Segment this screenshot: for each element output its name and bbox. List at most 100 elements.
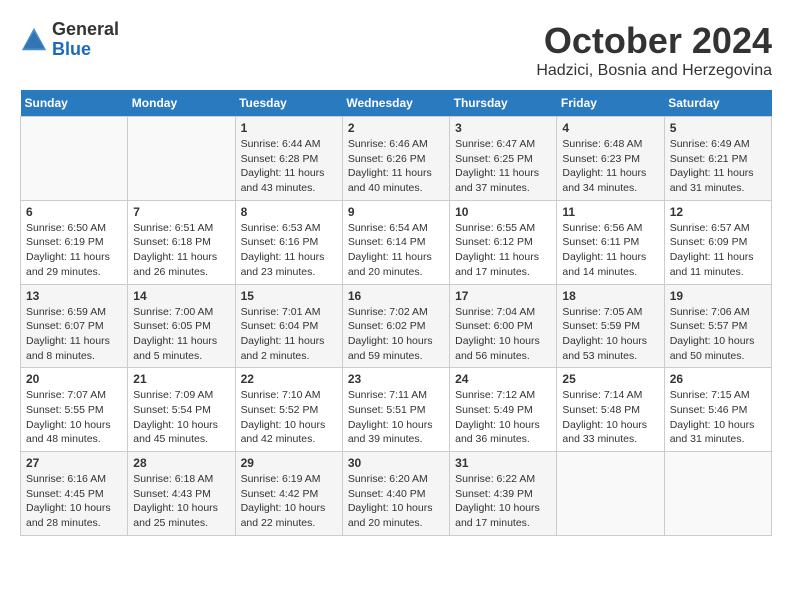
- calendar-cell: [128, 117, 235, 201]
- calendar-cell: 16 Sunrise: 7:02 AM Sunset: 6:02 PM Dayli…: [342, 284, 449, 368]
- calendar-cell: 30 Sunrise: 6:20 AM Sunset: 4:40 PM Dayli…: [342, 452, 449, 536]
- day-number: 17: [455, 289, 551, 303]
- month-title: October 2024: [536, 20, 772, 62]
- calendar-table: SundayMondayTuesdayWednesdayThursdayFrid…: [20, 90, 772, 536]
- day-number: 19: [670, 289, 766, 303]
- calendar-cell: 13Sunrise: 6:59 AM Sunset: 6:07 PM Dayli…: [21, 284, 128, 368]
- cell-info: Sunrise: 7:05 AM Sunset: 5:59 PM Dayligh…: [562, 305, 658, 364]
- logo-icon: [20, 26, 48, 54]
- calendar-cell: 10 Sunrise: 6:55 AM Sunset: 6:12 PM Dayli…: [450, 200, 557, 284]
- day-number: 27: [26, 456, 122, 470]
- day-number: 30: [348, 456, 444, 470]
- cell-info: Sunrise: 7:11 AM Sunset: 5:51 PM Dayligh…: [348, 388, 444, 447]
- cell-info: Sunrise: 6:16 AM Sunset: 4:45 PM Dayligh…: [26, 472, 122, 531]
- day-number: 28: [133, 456, 229, 470]
- calendar-cell: 5 Sunrise: 6:49 AM Sunset: 6:21 PM Daylig…: [664, 117, 771, 201]
- logo-blue-text: Blue: [52, 39, 91, 59]
- calendar-cell: 31 Sunrise: 6:22 AM Sunset: 4:39 PM Dayli…: [450, 452, 557, 536]
- calendar-week-row: 27 Sunrise: 6:16 AM Sunset: 4:45 PM Dayli…: [21, 452, 772, 536]
- day-number: 10: [455, 205, 551, 219]
- calendar-cell: [557, 452, 664, 536]
- day-number: 2: [348, 121, 444, 135]
- day-number: 9: [348, 205, 444, 219]
- cell-info: Sunrise: 7:15 AM Sunset: 5:46 PM Dayligh…: [670, 388, 766, 447]
- calendar-cell: [664, 452, 771, 536]
- calendar-cell: 9 Sunrise: 6:54 AM Sunset: 6:14 PM Daylig…: [342, 200, 449, 284]
- cell-info: Sunrise: 7:02 AM Sunset: 6:02 PM Dayligh…: [348, 305, 444, 364]
- cell-info: Sunrise: 6:48 AM Sunset: 6:23 PM Dayligh…: [562, 137, 658, 196]
- day-number: 12: [670, 205, 766, 219]
- weekday-header: Tuesday: [235, 90, 342, 117]
- cell-info: Sunrise: 6:54 AM Sunset: 6:14 PM Dayligh…: [348, 221, 444, 280]
- day-number: 24: [455, 372, 551, 386]
- cell-info: Sunrise: 6:49 AM Sunset: 6:21 PM Dayligh…: [670, 137, 766, 196]
- cell-info: Sunrise: 6:57 AM Sunset: 6:09 PM Dayligh…: [670, 221, 766, 280]
- location-title: Hadzici, Bosnia and Herzegovina: [536, 62, 772, 80]
- cell-info: Sunrise: 7:07 AM Sunset: 5:55 PM Dayligh…: [26, 388, 122, 447]
- cell-info: Sunrise: 6:51 AM Sunset: 6:18 PM Dayligh…: [133, 221, 229, 280]
- cell-info: Sunrise: 6:55 AM Sunset: 6:12 PM Dayligh…: [455, 221, 551, 280]
- calendar-cell: 22 Sunrise: 7:10 AM Sunset: 5:52 PM Dayli…: [235, 368, 342, 452]
- calendar-cell: 2 Sunrise: 6:46 AM Sunset: 6:26 PM Daylig…: [342, 117, 449, 201]
- cell-info: Sunrise: 7:10 AM Sunset: 5:52 PM Dayligh…: [241, 388, 337, 447]
- day-number: 21: [133, 372, 229, 386]
- calendar-cell: 28 Sunrise: 6:18 AM Sunset: 4:43 PM Dayli…: [128, 452, 235, 536]
- cell-info: Sunrise: 6:56 AM Sunset: 6:11 PM Dayligh…: [562, 221, 658, 280]
- cell-info: Sunrise: 7:06 AM Sunset: 5:57 PM Dayligh…: [670, 305, 766, 364]
- day-number: 31: [455, 456, 551, 470]
- weekday-header: Monday: [128, 90, 235, 117]
- weekday-header: Sunday: [21, 90, 128, 117]
- calendar-week-row: 6Sunrise: 6:50 AM Sunset: 6:19 PM Daylig…: [21, 200, 772, 284]
- calendar-cell: 20 Sunrise: 7:07 AM Sunset: 5:55 PM Dayli…: [21, 368, 128, 452]
- cell-info: Sunrise: 6:59 AM Sunset: 6:07 PM Dayligh…: [26, 305, 122, 364]
- day-number: 4: [562, 121, 658, 135]
- cell-info: Sunrise: 6:19 AM Sunset: 4:42 PM Dayligh…: [241, 472, 337, 531]
- day-number: 16: [348, 289, 444, 303]
- calendar-cell: 3Sunrise: 6:47 AM Sunset: 6:25 PM Daylig…: [450, 117, 557, 201]
- cell-info: Sunrise: 7:04 AM Sunset: 6:00 PM Dayligh…: [455, 305, 551, 364]
- calendar-cell: 17 Sunrise: 7:04 AM Sunset: 6:00 PM Dayli…: [450, 284, 557, 368]
- logo: General Blue: [20, 20, 119, 60]
- cell-info: Sunrise: 6:53 AM Sunset: 6:16 PM Dayligh…: [241, 221, 337, 280]
- header: General Blue October 2024 Hadzici, Bosni…: [20, 20, 772, 80]
- weekday-header-row: SundayMondayTuesdayWednesdayThursdayFrid…: [21, 90, 772, 117]
- calendar-cell: 15 Sunrise: 7:01 AM Sunset: 6:04 PM Dayli…: [235, 284, 342, 368]
- calendar-cell: 14Sunrise: 7:00 AM Sunset: 6:05 PM Dayli…: [128, 284, 235, 368]
- day-number: 22: [241, 372, 337, 386]
- day-number: 15: [241, 289, 337, 303]
- calendar-cell: 6Sunrise: 6:50 AM Sunset: 6:19 PM Daylig…: [21, 200, 128, 284]
- cell-info: Sunrise: 6:22 AM Sunset: 4:39 PM Dayligh…: [455, 472, 551, 531]
- calendar-cell: 11Sunrise: 6:56 AM Sunset: 6:11 PM Dayli…: [557, 200, 664, 284]
- title-area: October 2024 Hadzici, Bosnia and Herzego…: [536, 20, 772, 80]
- calendar-week-row: 13Sunrise: 6:59 AM Sunset: 6:07 PM Dayli…: [21, 284, 772, 368]
- day-number: 20: [26, 372, 122, 386]
- calendar-cell: 27 Sunrise: 6:16 AM Sunset: 4:45 PM Dayli…: [21, 452, 128, 536]
- calendar-cell: 23 Sunrise: 7:11 AM Sunset: 5:51 PM Dayli…: [342, 368, 449, 452]
- cell-info: Sunrise: 7:09 AM Sunset: 5:54 PM Dayligh…: [133, 388, 229, 447]
- calendar-cell: 18 Sunrise: 7:05 AM Sunset: 5:59 PM Dayli…: [557, 284, 664, 368]
- day-number: 1: [241, 121, 337, 135]
- day-number: 18: [562, 289, 658, 303]
- calendar-week-row: 20 Sunrise: 7:07 AM Sunset: 5:55 PM Dayli…: [21, 368, 772, 452]
- day-number: 23: [348, 372, 444, 386]
- day-number: 7: [133, 205, 229, 219]
- day-number: 25: [562, 372, 658, 386]
- cell-info: Sunrise: 6:46 AM Sunset: 6:26 PM Dayligh…: [348, 137, 444, 196]
- calendar-cell: 1Sunrise: 6:44 AM Sunset: 6:28 PM Daylig…: [235, 117, 342, 201]
- calendar-cell: 26Sunrise: 7:15 AM Sunset: 5:46 PM Dayli…: [664, 368, 771, 452]
- weekday-header: Wednesday: [342, 90, 449, 117]
- day-number: 5: [670, 121, 766, 135]
- calendar-cell: 24Sunrise: 7:12 AM Sunset: 5:49 PM Dayli…: [450, 368, 557, 452]
- weekday-header: Thursday: [450, 90, 557, 117]
- calendar-cell: 4 Sunrise: 6:48 AM Sunset: 6:23 PM Daylig…: [557, 117, 664, 201]
- cell-info: Sunrise: 6:50 AM Sunset: 6:19 PM Dayligh…: [26, 221, 122, 280]
- calendar-cell: 12 Sunrise: 6:57 AM Sunset: 6:09 PM Dayli…: [664, 200, 771, 284]
- calendar-cell: 8 Sunrise: 6:53 AM Sunset: 6:16 PM Daylig…: [235, 200, 342, 284]
- cell-info: Sunrise: 6:18 AM Sunset: 4:43 PM Dayligh…: [133, 472, 229, 531]
- cell-info: Sunrise: 7:01 AM Sunset: 6:04 PM Dayligh…: [241, 305, 337, 364]
- day-number: 8: [241, 205, 337, 219]
- weekday-header: Friday: [557, 90, 664, 117]
- cell-info: Sunrise: 7:14 AM Sunset: 5:48 PM Dayligh…: [562, 388, 658, 447]
- cell-info: Sunrise: 7:00 AM Sunset: 6:05 PM Dayligh…: [133, 305, 229, 364]
- cell-info: Sunrise: 6:20 AM Sunset: 4:40 PM Dayligh…: [348, 472, 444, 531]
